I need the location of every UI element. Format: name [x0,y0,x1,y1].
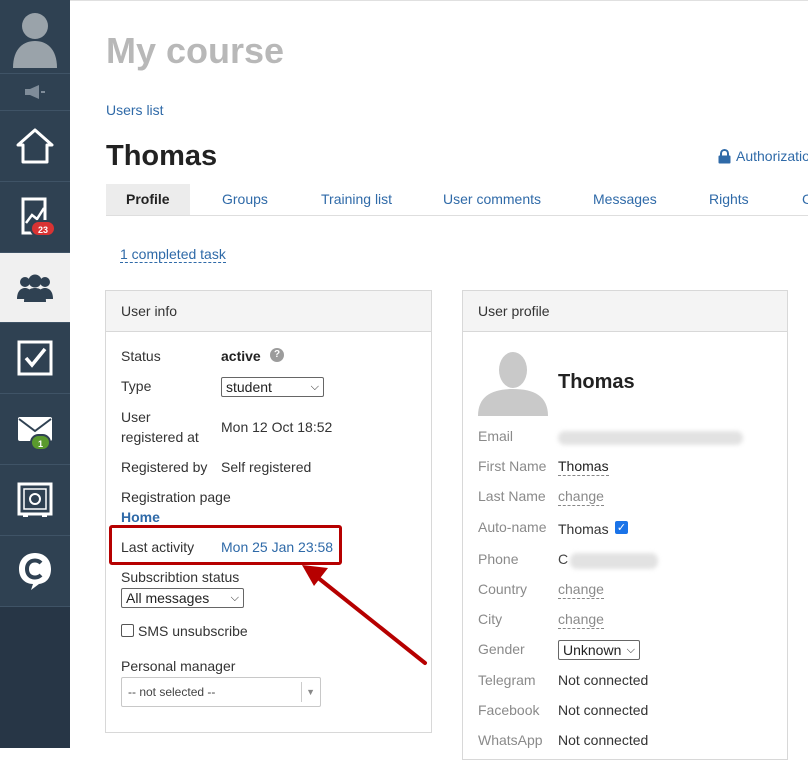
personal-manager-select[interactable]: -- not selected -- ▼ [121,677,321,707]
stats-badge: 23 [30,220,57,237]
sidebar-footer [0,607,70,748]
gender-select-value: Unknown [563,642,622,658]
autoname-label: Auto-name [478,519,547,535]
select-divider [301,682,302,702]
annotation-arrow-icon [302,565,427,665]
tab-training-list[interactable]: Training list [321,184,392,215]
status-value: active [221,348,261,364]
gender-label: Gender [478,641,525,657]
safe-icon [17,482,53,517]
facebook-value: Not connected [558,702,649,718]
profile-tabs: Profile Groups Training list User commen… [106,184,808,216]
sms-unsubscribe-checkbox[interactable] [121,624,134,637]
personal-manager-label: Personal manager [121,658,236,674]
registered-by-label: Registered by [121,459,208,475]
city-label: City [478,611,503,627]
phone-label: Phone [478,551,519,567]
tab-rights[interactable]: Rights [709,184,749,215]
authorization-label: Authorizatio [736,148,808,164]
chevron-down-icon: ⌵ [626,644,635,656]
country-change-link[interactable]: change [558,581,604,599]
gender-select[interactable]: Unknown ⌵ [558,640,640,660]
sidebar-item-chat[interactable] [0,536,70,607]
tab-more[interactable]: C [802,184,808,215]
sidebar-item-home[interactable] [0,111,70,182]
profile-photo-icon [478,348,548,416]
registration-page-link[interactable]: Home [121,507,160,527]
tab-groups[interactable]: Groups [222,184,268,215]
profile-name: Thomas [558,371,635,393]
avatar-icon [13,12,57,68]
facebook-label: Facebook [478,702,540,718]
completed-task-link[interactable]: 1 completed task [120,246,226,263]
sms-unsubscribe-label: SMS unsubscribe [138,623,248,639]
sidebar: 23 1 [0,0,70,748]
first-name-value[interactable]: Thomas [558,458,609,476]
user-name-heading: Thomas [106,140,218,172]
breadcrumb-users-list[interactable]: Users list [106,102,164,118]
announcement-icon [25,85,45,99]
subscription-label: Subscribtion status [121,569,240,585]
personal-manager-value: -- not selected -- [128,685,216,699]
tasks-icon [17,340,53,376]
last-name-change-link[interactable]: change [558,488,604,506]
sidebar-item-stats[interactable]: 23 [0,182,70,253]
sidebar-item-tasks[interactable] [0,323,70,394]
sidebar-item-announcements[interactable] [0,74,70,111]
mail-badge: 1 [30,434,52,451]
phone-value-redacted [570,553,658,569]
page-title: My course [106,30,285,71]
telegram-value: Not connected [558,672,649,688]
tab-messages[interactable]: Messages [593,184,657,215]
help-icon[interactable]: ? [270,348,284,362]
sidebar-item-mail[interactable]: 1 [0,394,70,465]
registered-by-value: Self registered [221,459,312,475]
status-label: Status [121,348,161,364]
registered-at-label: User registered at [121,409,199,445]
whatsapp-value: Not connected [558,732,649,748]
type-select-value: student [226,379,272,395]
subscription-select[interactable]: All messages ⌵ [121,588,244,608]
user-profile-heading: User profile [463,291,787,332]
country-label: Country [478,581,528,597]
top-border [70,0,808,3]
tab-user-comments[interactable]: User comments [443,184,541,215]
sidebar-item-users[interactable] [0,253,70,323]
type-label: Type [121,378,152,394]
sidebar-item-safe[interactable] [0,465,70,536]
telegram-label: Telegram [478,672,536,688]
home-icon [16,128,54,164]
phone-value: C [558,551,569,567]
whatsapp-label: WhatsApp [478,732,543,748]
city-change-link[interactable]: change [558,611,604,629]
authorization-link[interactable]: Authorizatio [718,148,808,164]
autoname-checkbox[interactable]: ✓ [615,521,628,534]
lock-icon [718,148,731,163]
last-name-label: Last Name [478,488,546,504]
first-name-label: First Name [478,458,547,474]
email-label: Email [478,428,514,444]
chevron-down-icon: ▼ [306,687,315,697]
type-select[interactable]: student ⌵ [221,377,324,397]
avatar[interactable] [0,0,70,74]
registration-page-label: Registration page [121,489,231,505]
chevron-down-icon: ⌵ [310,381,319,393]
autoname-value: Thomas [558,521,609,537]
users-icon [17,274,53,302]
chat-logo-icon [19,553,51,590]
email-value-redacted [558,431,743,445]
chevron-down-icon: ⌵ [230,592,239,604]
tab-profile[interactable]: Profile [106,184,190,215]
subscription-select-value: All messages [126,590,210,606]
user-info-heading: User info [106,291,431,332]
registered-at-value: Mon 12 Oct 18:52 [221,419,333,435]
